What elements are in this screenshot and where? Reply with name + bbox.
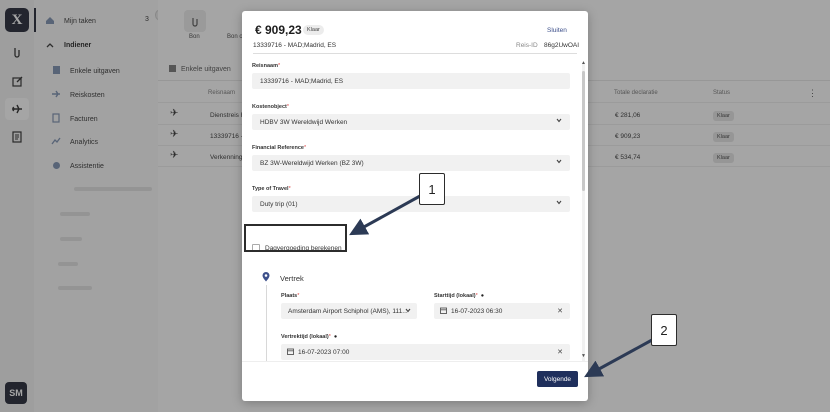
callout-2: 2	[651, 314, 677, 346]
arrow-to-next-button	[584, 338, 653, 378]
annotation-arrows	[349, 194, 653, 378]
callout-1: 1	[419, 173, 445, 205]
arrow-to-checkbox	[349, 194, 421, 236]
